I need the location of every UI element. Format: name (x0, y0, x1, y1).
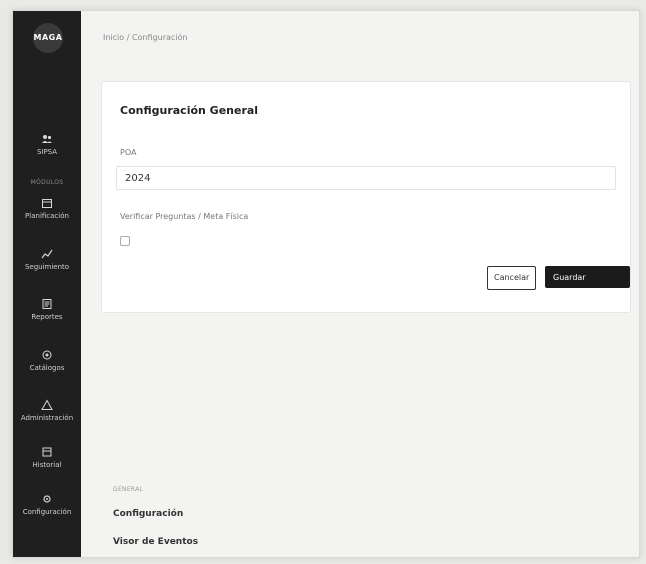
app-logo: MAGA (33, 23, 63, 53)
breadcrumb[interactable]: Inicio / Configuración (103, 33, 187, 42)
calendar-icon (41, 197, 53, 209)
sidebar-item-label: Catálogos (29, 364, 65, 372)
submenu-item-visor-eventos[interactable]: Visor de Eventos (113, 537, 198, 547)
main-content: Inicio / Configuración Configuración Gen… (81, 11, 639, 557)
submenu-item-configuracion[interactable]: Configuración (113, 509, 183, 519)
chart-icon (41, 248, 53, 260)
report-icon (41, 298, 53, 310)
verify-label: Verificar Preguntas / Meta Física (120, 212, 249, 221)
sidebar-section-label: MÓDULOS (30, 179, 64, 186)
catalog-icon (41, 349, 53, 361)
sidebar-item-configuracion[interactable]: Configuración (13, 493, 81, 516)
history-icon (41, 446, 53, 458)
sidebar-item-label: Administración (20, 414, 74, 422)
sidebar-item-label: Configuración (22, 508, 72, 516)
sidebar: MAGA SIPSA MÓDULOS Planificación Seguimi… (13, 11, 81, 557)
sidebar-item-label: Seguimiento (24, 263, 70, 271)
sidebar-item-label: Historial (32, 461, 62, 469)
save-changes-button[interactable]: Guardar Cambios (545, 266, 630, 306)
sidebar-item-planificacion[interactable]: Planificación (13, 197, 81, 220)
sidebar-item-label: Planificación (25, 212, 69, 220)
card-title: Configuración General (120, 104, 259, 117)
settings-card: Configuración General POA 2024 Verificar… (101, 81, 631, 313)
poa-field[interactable]: 2024 (116, 166, 616, 190)
sidebar-item-sipsa[interactable]: SIPSA (13, 133, 81, 156)
cancel-button[interactable]: Cancelar (487, 266, 537, 290)
sidebar-item-reportes[interactable]: Reportes (13, 298, 81, 321)
gear-icon (41, 493, 53, 505)
verify-checkbox[interactable] (120, 236, 130, 246)
sidebar-item-catalogos[interactable]: Catálogos (13, 349, 81, 372)
sidebar-item-label: SIPSA (36, 148, 58, 156)
sidebar-item-historial[interactable]: Historial (13, 446, 81, 469)
poa-label: POA (120, 148, 137, 157)
sidebar-item-seguimiento[interactable]: Seguimiento (13, 248, 81, 271)
users-icon (41, 133, 53, 145)
admin-icon (41, 399, 53, 411)
app-window: MAGA SIPSA MÓDULOS Planificación Seguimi… (12, 10, 640, 558)
submenu-header: GENERAL (113, 486, 144, 493)
sidebar-item-label: Reportes (31, 313, 63, 321)
sidebar-item-administracion[interactable]: Administración (13, 399, 81, 422)
